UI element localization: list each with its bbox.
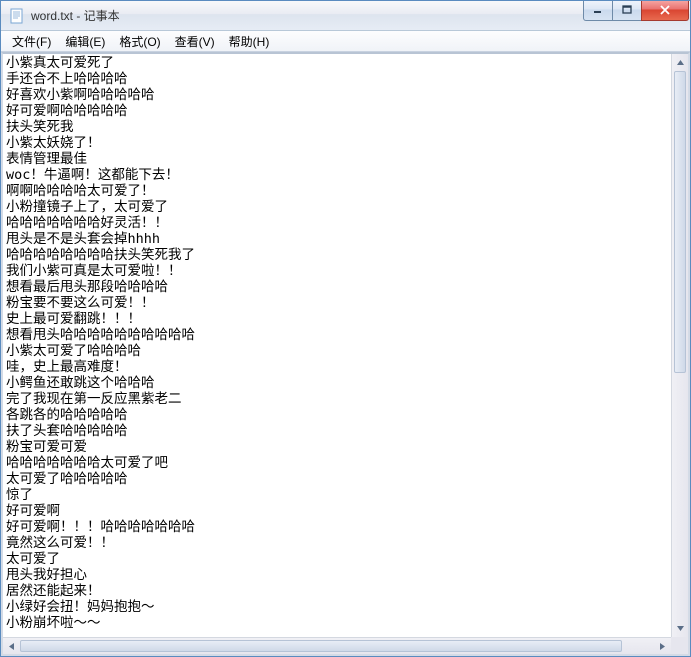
horizontal-scrollbar[interactable]	[3, 637, 671, 654]
vertical-scroll-track[interactable]	[672, 71, 688, 620]
text-area[interactable]: 小紫真太可爱死了 手还合不上哈哈哈哈 好喜欢小紫啊哈哈哈哈哈 好可爱啊哈哈哈哈哈…	[3, 54, 671, 637]
window-controls	[584, 1, 689, 21]
horizontal-scroll-track[interactable]	[20, 638, 654, 654]
menu-format[interactable]: 格式(O)	[112, 31, 167, 52]
scroll-right-arrow-icon[interactable]	[654, 638, 671, 654]
maximize-button[interactable]	[612, 1, 642, 21]
close-button[interactable]	[641, 1, 689, 21]
horizontal-scroll-thumb[interactable]	[20, 640, 622, 652]
vertical-scrollbar[interactable]	[671, 54, 688, 637]
window-title: word.txt - 记事本	[31, 7, 584, 24]
menu-bar: 文件(F) 编辑(E) 格式(O) 查看(V) 帮助(H)	[1, 31, 690, 52]
vertical-scroll-thumb[interactable]	[674, 71, 686, 373]
minimize-button[interactable]	[583, 1, 613, 21]
menu-view[interactable]: 查看(V)	[168, 31, 222, 52]
scroll-down-arrow-icon[interactable]	[672, 620, 688, 637]
app-icon	[9, 8, 25, 24]
menu-help[interactable]: 帮助(H)	[222, 31, 277, 52]
menu-file[interactable]: 文件(F)	[5, 31, 58, 52]
window-titlebar: word.txt - 记事本	[1, 1, 690, 31]
scroll-up-arrow-icon[interactable]	[672, 54, 688, 71]
menu-edit[interactable]: 编辑(E)	[58, 31, 112, 52]
scrollbar-corner	[671, 637, 688, 654]
scroll-left-arrow-icon[interactable]	[3, 638, 20, 654]
